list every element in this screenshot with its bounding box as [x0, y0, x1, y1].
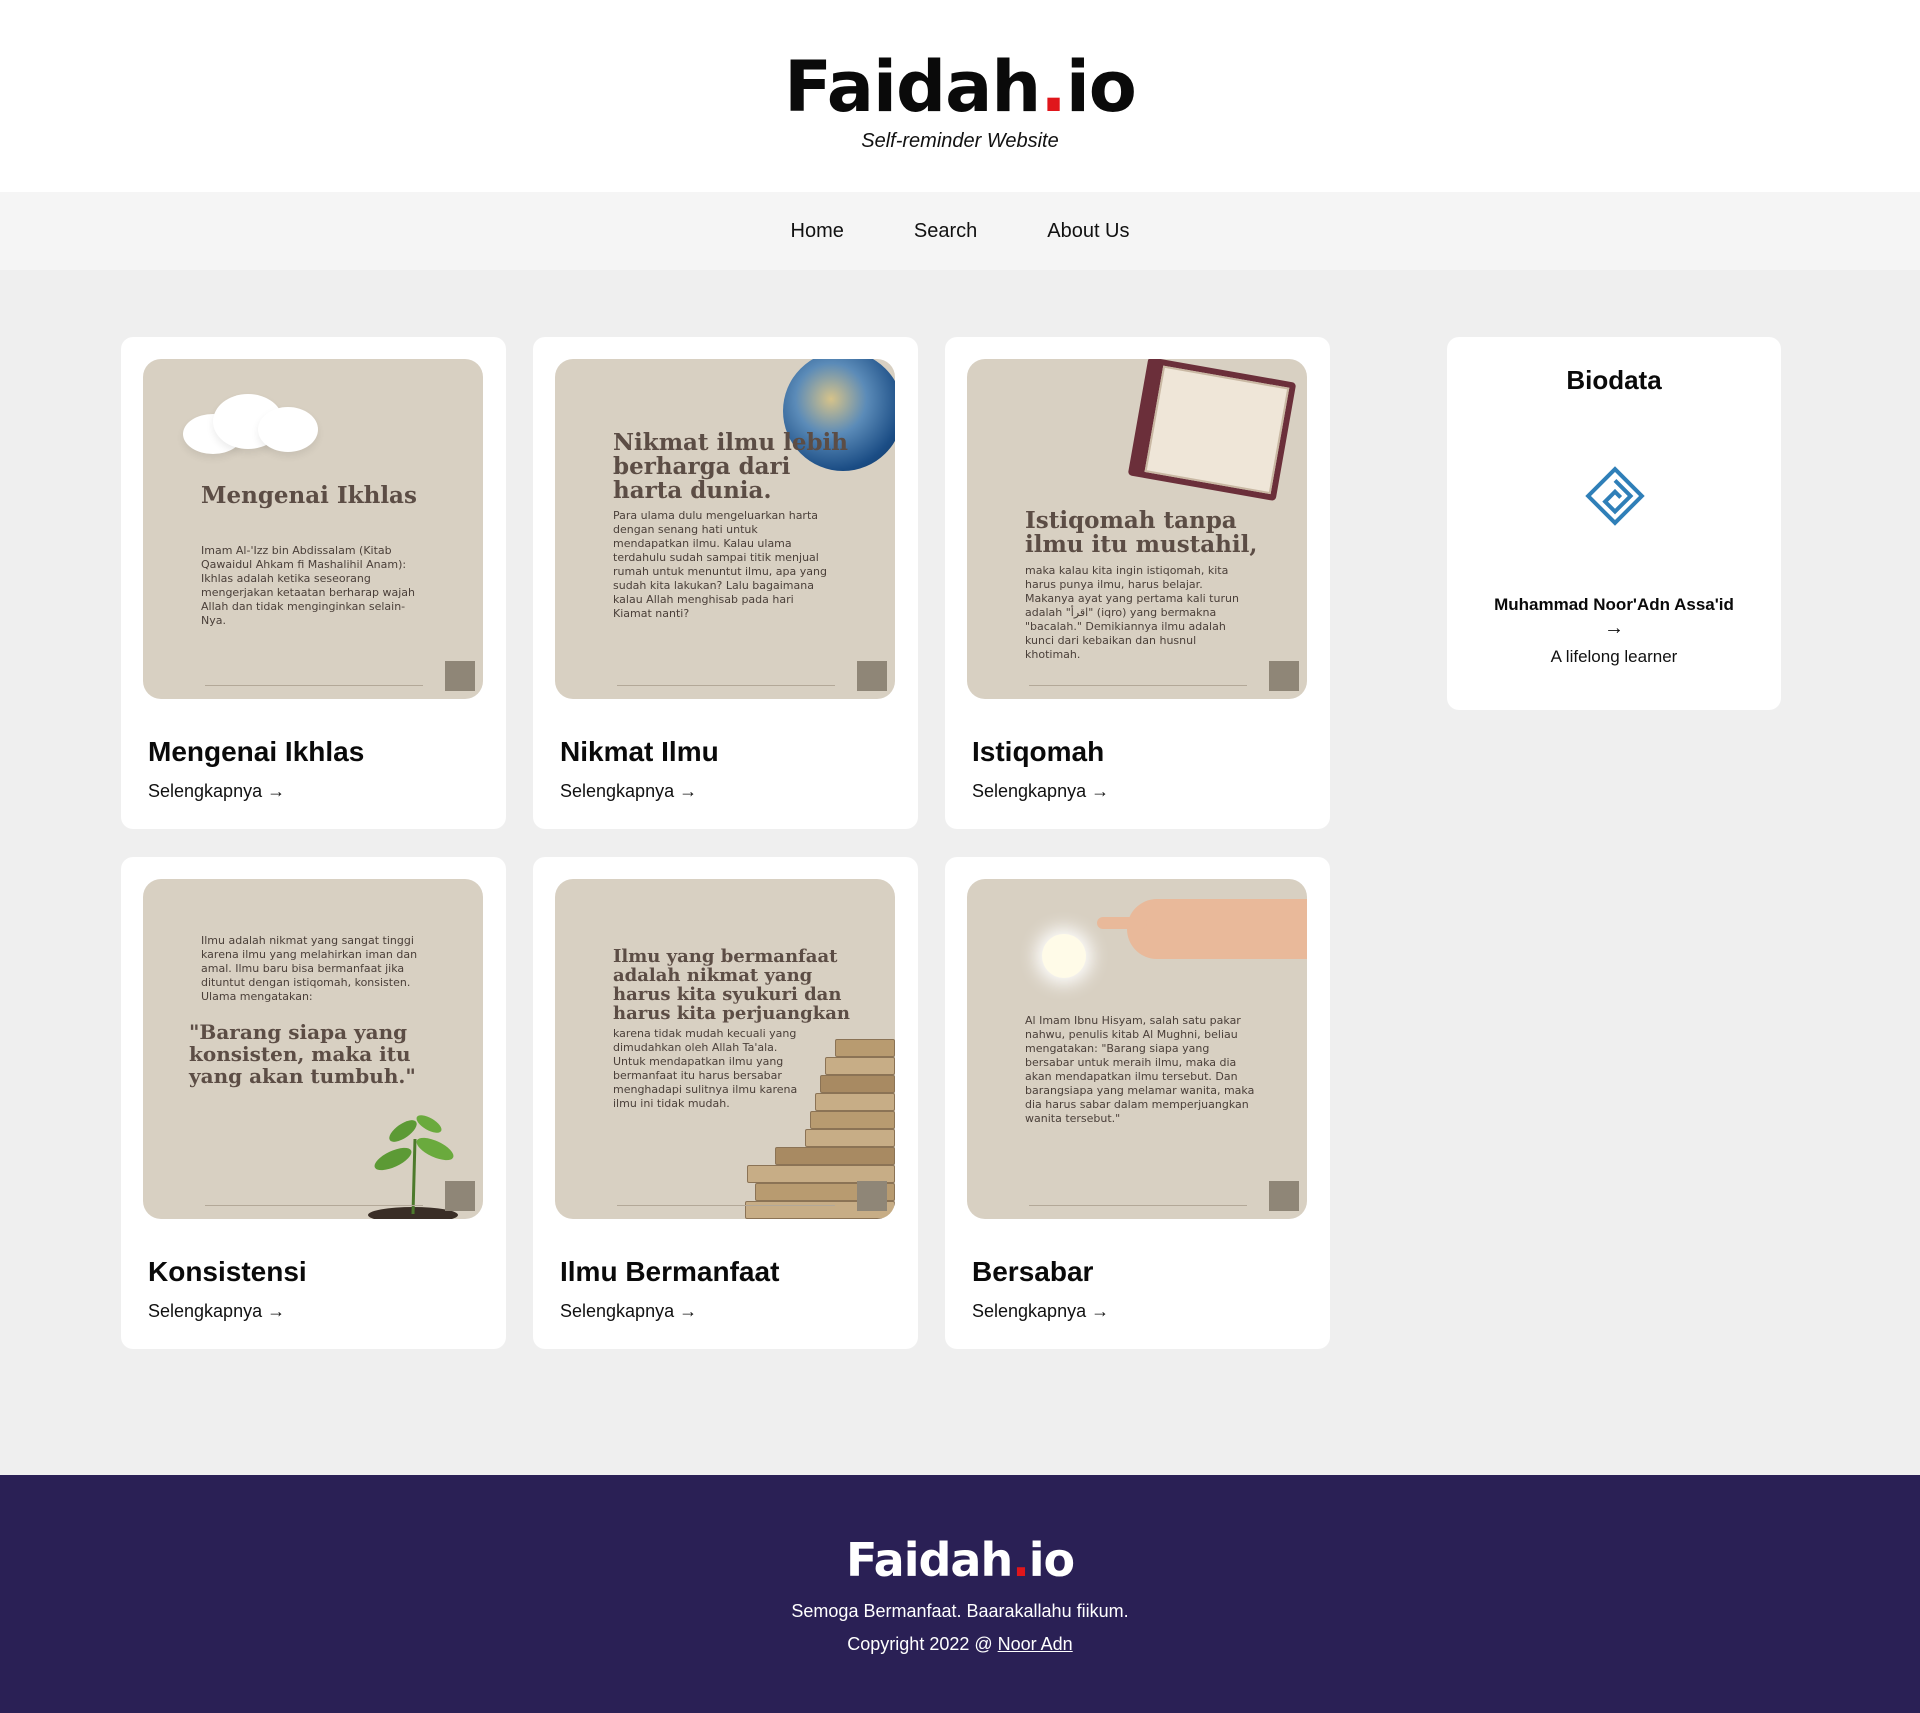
nav-search[interactable]: Search	[914, 220, 977, 243]
image-body: Para ulama dulu mengeluarkan harta denga…	[613, 509, 827, 620]
post-card[interactable]: Nikmat ilmu lebih berharga dari harta du…	[533, 337, 918, 829]
site-footer: Faidah.io Semoga Bermanfaat. Baarakallah…	[0, 1475, 1920, 1713]
image-heading: Istiqomah tanpa ilmu itu mustahil,	[1025, 507, 1258, 558]
post-thumbnail[interactable]: Mengenai Ikhlas Imam Al-'Izz bin Abdissa…	[143, 359, 483, 699]
author-link[interactable]: Noor Adn	[998, 1634, 1073, 1654]
image-footer-line	[617, 685, 835, 691]
image-badge	[857, 1181, 887, 1211]
read-more-link[interactable]: Selengkapnya →	[972, 781, 1109, 802]
image-badge	[857, 661, 887, 691]
image-badge	[1269, 661, 1299, 691]
footer-logo-dot: .	[1012, 1533, 1030, 1587]
image-badge	[445, 661, 475, 691]
post-card[interactable]: Mengenai Ikhlas Imam Al-'Izz bin Abdissa…	[121, 337, 506, 829]
cloud-icon	[183, 389, 323, 459]
logo-dot: .	[1040, 46, 1067, 128]
post-card[interactable]: Ilmu adalah nikmat yang sangat tinggi ka…	[121, 857, 506, 1349]
site-logo[interactable]: Faidah.io	[0, 52, 1920, 122]
hand-icon	[1097, 899, 1307, 959]
post-card[interactable]: Istiqomah tanpa ilmu itu mustahil, maka …	[945, 337, 1330, 829]
post-title[interactable]: Nikmat Ilmu	[560, 736, 719, 768]
main-nav: Home Search About Us	[0, 192, 1920, 270]
biodata-name[interactable]: Muhammad Noor'Adn Assa'id	[1447, 595, 1781, 615]
biodata-card: Biodata Muhammad Noor'Adn Assa'id → A li…	[1447, 337, 1781, 710]
biodata-arrow-icon[interactable]: →	[1447, 617, 1781, 640]
post-title[interactable]: Mengenai Ikhlas	[148, 736, 364, 768]
image-body: Imam Al-'Izz bin Abdissalam (Kitab Qawai…	[201, 544, 416, 627]
copyright-text: Copyright 2022 @	[847, 1634, 998, 1654]
read-more-link[interactable]: Selengkapnya →	[560, 781, 697, 802]
post-title[interactable]: Konsistensi	[148, 1256, 307, 1288]
post-thumbnail[interactable]: Istiqomah tanpa ilmu itu mustahil, maka …	[967, 359, 1307, 699]
logo-tail: io	[1065, 46, 1137, 128]
light-orb-icon	[1042, 934, 1086, 978]
book-icon	[1127, 359, 1297, 502]
post-thumbnail[interactable]: Nikmat ilmu lebih berharga dari harta du…	[555, 359, 895, 699]
site-header: Faidah.io Self-reminder Website	[0, 0, 1920, 192]
biodata-description: A lifelong learner	[1550, 647, 1678, 666]
image-heading: Nikmat ilmu lebih berharga dari harta du…	[613, 429, 849, 504]
read-more-link[interactable]: Selengkapnya →	[148, 1301, 285, 1322]
image-heading: "Barang siapa yang konsisten, maka itu y…	[189, 1020, 416, 1088]
footer-copyright: Copyright 2022 @ Noor Adn	[0, 1634, 1920, 1655]
image-body: Al Imam Ibnu Hisyam, salah satu pakar na…	[1025, 1014, 1255, 1125]
post-title[interactable]: Istiqomah	[972, 736, 1104, 768]
site-tagline: Self-reminder Website	[861, 130, 1059, 152]
biodata-title: Biodata	[1566, 365, 1662, 395]
image-footer-line	[205, 685, 423, 691]
post-title[interactable]: Ilmu Bermanfaat	[560, 1256, 779, 1288]
image-footer-line	[1029, 685, 1247, 691]
image-footer-line	[205, 1205, 423, 1211]
post-card[interactable]: Al Imam Ibnu Hisyam, salah satu pakar na…	[945, 857, 1330, 1349]
image-body: Ilmu adalah nikmat yang sangat tinggi ka…	[201, 934, 418, 1003]
post-title[interactable]: Bersabar	[972, 1256, 1093, 1288]
kufic-square-logo-icon	[1585, 466, 1645, 526]
post-thumbnail[interactable]: Ilmu yang bermanfaat adalah nikmat yang …	[555, 879, 895, 1219]
footer-logo[interactable]: Faidah.io	[0, 1537, 1920, 1583]
post-card[interactable]: Ilmu yang bermanfaat adalah nikmat yang …	[533, 857, 918, 1349]
read-more-link[interactable]: Selengkapnya →	[148, 781, 285, 802]
logo-main: Faidah	[784, 46, 1041, 128]
footer-logo-tail: io	[1028, 1533, 1075, 1587]
image-footer-line	[1029, 1205, 1247, 1211]
nav-home[interactable]: Home	[791, 220, 844, 243]
image-heading: Ilmu yang bermanfaat adalah nikmat yang …	[613, 946, 850, 1024]
read-more-link[interactable]: Selengkapnya →	[560, 1301, 697, 1322]
post-thumbnail[interactable]: Ilmu adalah nikmat yang sangat tinggi ka…	[143, 879, 483, 1219]
image-body: maka kalau kita ingin istiqomah, kita ha…	[1025, 564, 1239, 661]
nav-about-us[interactable]: About Us	[1047, 220, 1129, 243]
image-heading: Mengenai Ikhlas	[201, 482, 417, 509]
footer-message: Semoga Bermanfaat. Baarakallahu fiikum.	[791, 1601, 1129, 1621]
image-badge	[1269, 1181, 1299, 1211]
image-badge	[445, 1181, 475, 1211]
footer-logo-main: Faidah	[845, 1533, 1013, 1587]
post-thumbnail[interactable]: Al Imam Ibnu Hisyam, salah satu pakar na…	[967, 879, 1307, 1219]
main-content: Mengenai Ikhlas Imam Al-'Izz bin Abdissa…	[0, 270, 1920, 1475]
read-more-link[interactable]: Selengkapnya →	[972, 1301, 1109, 1322]
image-footer-line	[617, 1205, 835, 1211]
